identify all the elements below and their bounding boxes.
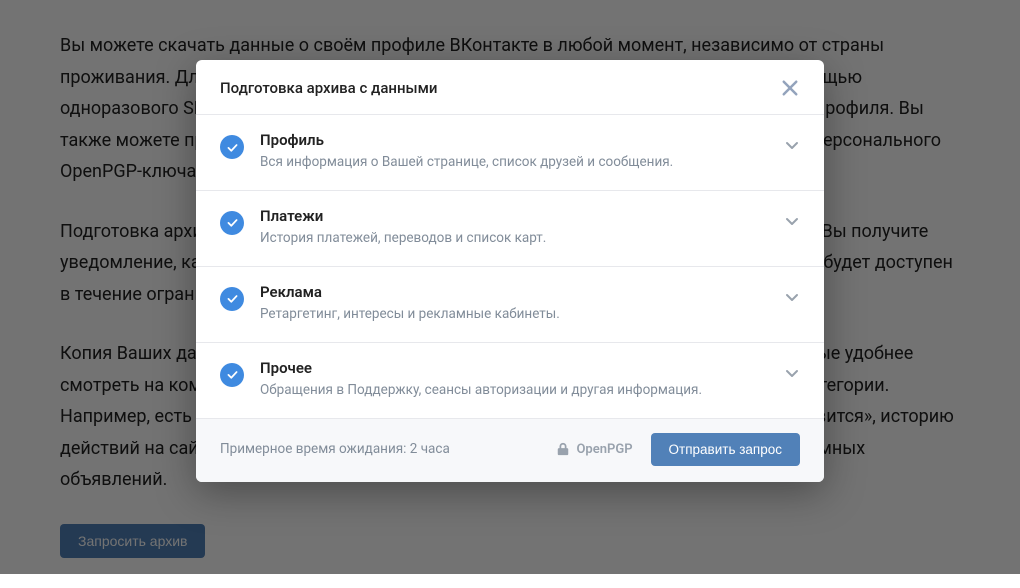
modal-title: Подготовка архива с данными [220, 79, 437, 97]
chevron-down-icon [784, 365, 800, 381]
category-desc: Обращения в Поддержку, сеансы авторизаци… [260, 381, 784, 400]
category-desc: История платежей, переводов и список кар… [260, 229, 784, 248]
category-profile[interactable]: Профиль Вся информация о Вашей странице,… [196, 115, 824, 191]
category-text: Платежи История платежей, переводов и сп… [260, 207, 784, 248]
modal-header: Подготовка архива с данными [196, 60, 824, 115]
category-desc: Ретаргетинг, интересы и рекламные кабине… [260, 305, 784, 324]
submit-request-button[interactable]: Отправить запрос [651, 433, 800, 466]
category-list: Профиль Вся информация о Вашей странице,… [196, 115, 824, 418]
check-icon [220, 135, 244, 159]
wait-time-label: Примерное время ожидания: 2 часа [220, 441, 450, 457]
modal-footer: Примерное время ожидания: 2 часа OpenPGP… [196, 418, 824, 482]
category-payments[interactable]: Платежи История платежей, переводов и сп… [196, 191, 824, 267]
check-icon [220, 363, 244, 387]
archive-modal: Подготовка архива с данными Профиль Вся … [196, 60, 824, 482]
modal-overlay[interactable]: Подготовка архива с данными Профиль Вся … [0, 0, 1020, 574]
category-title: Платежи [260, 207, 784, 225]
category-title: Реклама [260, 283, 784, 301]
category-text: Реклама Ретаргетинг, интересы и рекламны… [260, 283, 784, 324]
close-icon[interactable] [780, 78, 800, 98]
category-ads[interactable]: Реклама Ретаргетинг, интересы и рекламны… [196, 267, 824, 343]
chevron-down-icon [784, 289, 800, 305]
category-title: Профиль [260, 131, 784, 149]
category-text: Прочее Обращения в Поддержку, сеансы авт… [260, 359, 784, 400]
lock-icon [556, 442, 570, 456]
category-other[interactable]: Прочее Обращения в Поддержку, сеансы авт… [196, 343, 824, 418]
category-text: Профиль Вся информация о Вашей странице,… [260, 131, 784, 172]
check-icon [220, 211, 244, 235]
wait-label: Примерное время ожидания: [220, 441, 406, 457]
chevron-down-icon [784, 213, 800, 229]
category-title: Прочее [260, 359, 784, 377]
check-icon [220, 287, 244, 311]
openpgp-toggle[interactable]: OpenPGP [556, 442, 632, 457]
chevron-down-icon [784, 137, 800, 153]
wait-value: 2 часа [410, 441, 450, 457]
openpgp-label: OpenPGP [576, 442, 632, 457]
category-desc: Вся информация о Вашей странице, список … [260, 153, 784, 172]
